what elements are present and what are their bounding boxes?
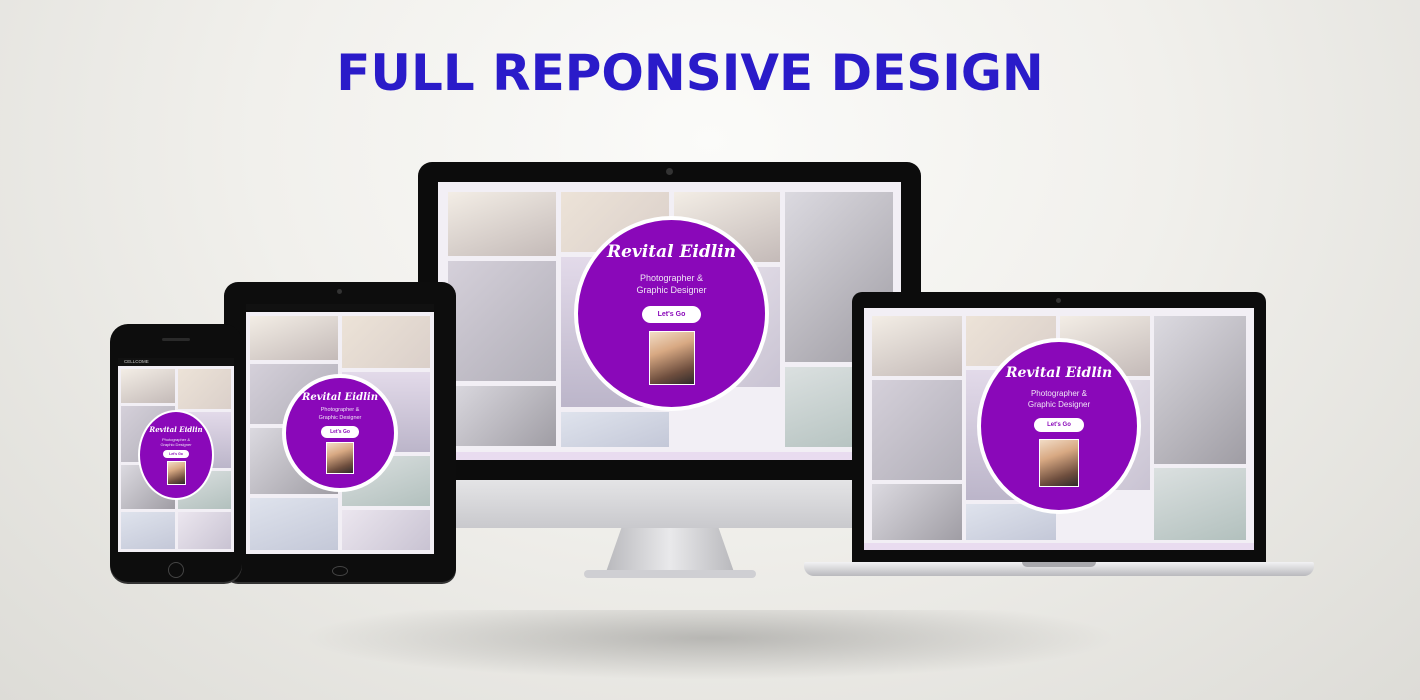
collage-photo <box>121 369 175 403</box>
profile-circle: Revital Eidlin Photographer & Graphic De… <box>138 410 214 500</box>
site-tagline: Photographer & Graphic Designer <box>1028 389 1090 411</box>
tagline-line2: Graphic Designer <box>318 414 362 421</box>
site-tagline: Photographer & Graphic Designer <box>160 437 191 448</box>
collage-photo <box>1154 316 1246 464</box>
laptop-notch <box>1022 562 1096 567</box>
site-name: Revital Eidlin <box>149 424 203 434</box>
lets-go-button[interactable]: Let's Go <box>321 425 359 438</box>
tagline-line1: Photographer & <box>1030 388 1088 398</box>
lets-go-button[interactable]: Let's Go <box>163 450 189 459</box>
floor-shadow <box>300 610 1120 680</box>
collage-photo <box>342 316 430 368</box>
tagline-line2: Graphic Designer <box>160 442 192 447</box>
collage-photo <box>121 512 175 549</box>
profile-photo <box>166 461 186 486</box>
collage-photo <box>448 261 556 381</box>
lets-go-button[interactable]: Let's Go <box>1034 418 1084 433</box>
collage-photo <box>561 412 669 447</box>
tablet-screen: Revital Eidlin Photographer & Graphic De… <box>246 312 434 554</box>
collage-photo <box>872 484 962 540</box>
tagline-line1: Photographer & <box>320 407 360 414</box>
headline: FULL REPONSIVE DESIGN <box>336 44 1044 102</box>
site-name: Revital Eidlin <box>606 241 737 262</box>
camera-dot <box>1056 298 1061 303</box>
collage-photo <box>250 316 338 360</box>
stand-base <box>584 570 756 578</box>
tagline-line1: Photographer & <box>639 272 704 283</box>
site-tagline: Photographer & Graphic Designer <box>319 407 362 422</box>
profile-photo <box>1039 439 1079 488</box>
profile-photo <box>648 331 695 386</box>
collage-photo <box>342 510 430 550</box>
collage-photo <box>448 386 556 446</box>
site-name: Revital Eidlin <box>1005 364 1113 381</box>
site-name: Revital Eidlin <box>302 392 378 404</box>
collage-photo <box>1154 468 1246 540</box>
camera-dot <box>666 168 673 175</box>
home-button[interactable] <box>168 562 184 578</box>
collage-photo <box>178 512 231 549</box>
laptop: Revital Eidlin Photographer & Graphic De… <box>804 292 1314 587</box>
profile-circle: Revital Eidlin Photographer & Graphic De… <box>977 338 1141 514</box>
collage-photo <box>178 369 231 409</box>
tablet-statusbar <box>246 304 434 310</box>
tagline-line2: Graphic Designer <box>636 285 707 295</box>
camera-dot <box>337 289 342 294</box>
phone-statusbar: CELLCOME <box>118 358 234 366</box>
home-button[interactable] <box>332 566 348 576</box>
collage-photo <box>250 498 338 550</box>
profile-photo <box>326 441 354 474</box>
collage-photo <box>448 192 556 256</box>
profile-circle: Revital Eidlin Photographer & Graphic De… <box>282 374 398 492</box>
carrier-label: CELLCOME <box>124 359 149 364</box>
phone-speaker <box>162 338 190 341</box>
collage-photo <box>872 316 962 376</box>
site-tagline: Photographer & Graphic Designer <box>636 272 706 296</box>
phone: CELLCOME Revital Eidlin Photographer & G… <box>110 324 242 582</box>
profile-circle: Revital Eidlin Photographer & Graphic De… <box>574 216 769 411</box>
tablet: Revital Eidlin Photographer & Graphic De… <box>224 282 456 582</box>
laptop-screen: Revital Eidlin Photographer & Graphic De… <box>864 308 1254 550</box>
phone-screen: Revital Eidlin Photographer & Graphic De… <box>118 366 234 552</box>
tagline-line2: Graphic Designer <box>1027 399 1091 409</box>
bottom-strip <box>864 543 1254 550</box>
lets-go-button[interactable]: Let's Go <box>641 306 702 324</box>
collage-photo <box>872 380 962 480</box>
monitor-stand <box>606 528 734 572</box>
